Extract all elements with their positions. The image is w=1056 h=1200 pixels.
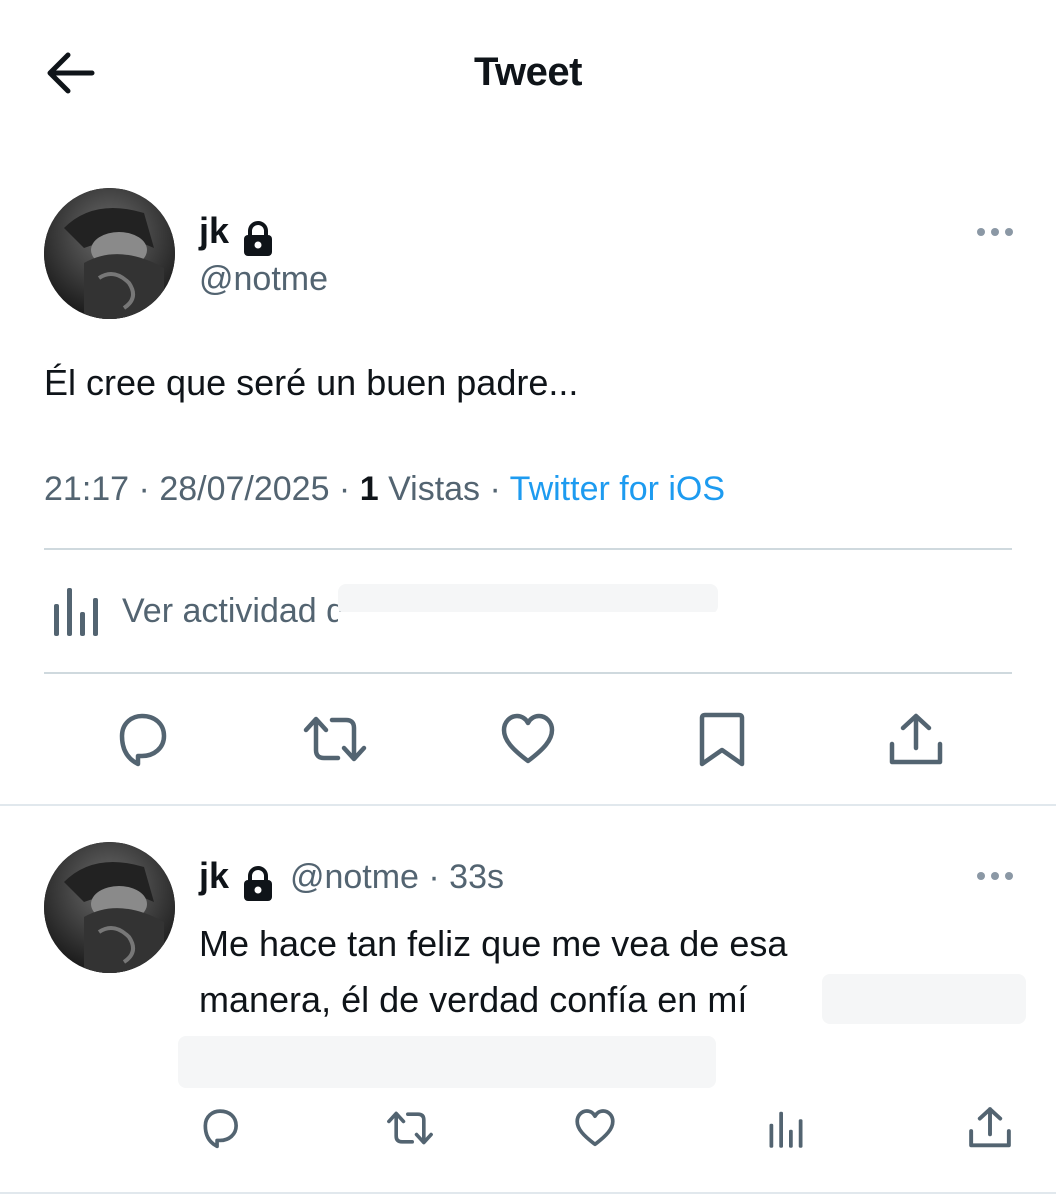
bookmark-icon	[699, 712, 745, 767]
obscured-region	[338, 584, 718, 614]
divider	[44, 672, 1012, 674]
avatar[interactable]	[44, 842, 175, 973]
author-name-row[interactable]: jk	[199, 210, 275, 258]
lock-icon	[241, 220, 275, 258]
tweet-date: 28/07/2025	[159, 470, 330, 508]
tweet-text: Él cree que seré un buen padre...	[44, 362, 579, 403]
tweet-source-link[interactable]: Twitter for iOS	[510, 470, 725, 508]
section-divider	[0, 1192, 1056, 1194]
views-icon	[769, 1111, 803, 1148]
retweet-button[interactable]	[302, 712, 368, 766]
analytics-icon	[54, 588, 98, 636]
retweet-icon	[303, 716, 367, 762]
display-name[interactable]: jk	[199, 855, 229, 896]
share-icon	[969, 1107, 1011, 1148]
avatar-photo	[44, 842, 175, 973]
share-button[interactable]	[888, 712, 944, 768]
retweet-button[interactable]	[386, 1108, 434, 1148]
bookmark-button[interactable]	[698, 712, 746, 768]
reply-author-row[interactable]: jk @notme · 33s	[199, 855, 504, 903]
reply-text-line: Me hace tan feliz que me vea de esa	[199, 923, 788, 964]
divider	[44, 548, 1012, 550]
display-name[interactable]: jk	[199, 210, 229, 251]
author-handle[interactable]: @notme	[290, 858, 419, 896]
reply-icon	[203, 1109, 238, 1149]
views-button[interactable]	[768, 1110, 804, 1148]
share-button[interactable]	[968, 1106, 1012, 1150]
avatar[interactable]	[44, 188, 175, 319]
like-button[interactable]	[574, 1108, 616, 1148]
views-count: 1	[359, 470, 379, 508]
like-button[interactable]	[500, 712, 556, 766]
like-icon	[501, 713, 555, 764]
author-handle[interactable]: @notme	[199, 260, 328, 299]
retweet-icon	[387, 1111, 433, 1145]
more-options-icon[interactable]	[975, 870, 1015, 882]
obscured-region	[822, 974, 1026, 1024]
tweet-meta: 21:17 · 28/07/2025 · 1 Vistas · Twitter …	[44, 470, 726, 508]
lock-icon	[241, 865, 275, 903]
reply-button[interactable]	[112, 710, 172, 768]
views-label: Vistas	[388, 470, 481, 508]
like-icon	[575, 1109, 615, 1147]
obscured-region	[178, 1036, 716, 1088]
reply-text-line: manera, él de verdad confía en mí	[199, 979, 748, 1020]
share-icon	[889, 713, 943, 765]
page-title: Tweet	[474, 50, 582, 94]
obscured-region	[338, 612, 718, 642]
reply-button[interactable]	[198, 1106, 242, 1150]
section-divider	[0, 804, 1056, 806]
avatar-photo	[44, 188, 175, 319]
reply-icon	[119, 713, 167, 767]
more-options-icon[interactable]	[975, 226, 1015, 238]
tweet-time: 21:17	[44, 470, 130, 508]
tweet-age: 33s	[449, 858, 504, 896]
